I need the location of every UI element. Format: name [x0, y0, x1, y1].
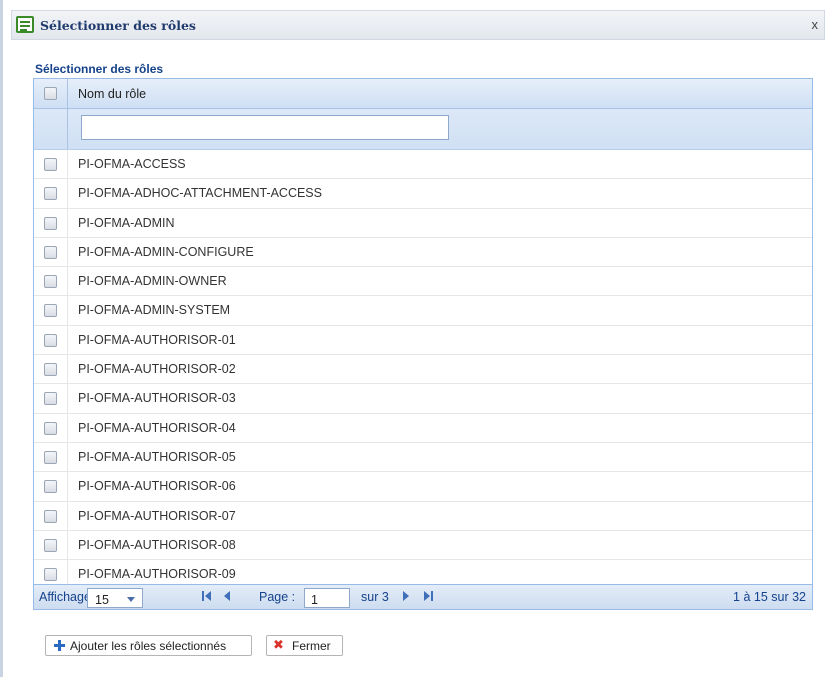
row-checkbox[interactable] [44, 187, 57, 201]
roles-grid: Nom du rôle PI-OFMA-ACCESS PI-OFMA-ADHOC-… [33, 78, 813, 610]
row-checkbox[interactable] [44, 450, 57, 464]
column-separator [67, 109, 68, 149]
role-name-cell: PI-OFMA-ADMIN [78, 215, 175, 230]
row-checkbox[interactable] [44, 480, 57, 494]
add-selected-roles-button[interactable]: Ajouter les rôles sélectionnés [45, 635, 252, 656]
role-name-cell: PI-OFMA-AUTHORISOR-04 [78, 420, 236, 435]
column-separator [67, 413, 68, 442]
row-checkbox[interactable] [44, 158, 57, 171]
close-x-button[interactable]: x [812, 17, 819, 32]
column-separator [67, 150, 68, 179]
column-separator [67, 355, 68, 384]
table-row[interactable]: PI-OFMA-ADMIN [34, 208, 812, 238]
page-total-label: sur 3 [361, 590, 389, 604]
role-name-cell: PI-OFMA-AUTHORISOR-09 [78, 567, 236, 582]
table-row[interactable]: PI-OFMA-ADHOC-ATTACHMENT-ACCESS [34, 179, 812, 209]
prev-page-icon [224, 591, 230, 601]
role-name-cell: PI-OFMA-ADHOC-ATTACHMENT-ACCESS [78, 186, 322, 201]
role-name-cell: PI-OFMA-AUTHORISOR-08 [78, 537, 236, 552]
table-row[interactable]: PI-OFMA-ACCESS [34, 150, 812, 180]
close-icon: ✖ [273, 638, 284, 653]
column-separator [67, 530, 68, 560]
role-name-cell: PI-OFMA-ACCESS [78, 157, 186, 171]
close-button-label: Fermer [292, 639, 331, 653]
column-separator [67, 325, 68, 355]
role-name-filter-input[interactable] [81, 115, 449, 140]
next-page-button[interactable] [403, 591, 409, 601]
role-name-cell: PI-OFMA-ADMIN-CONFIGURE [78, 244, 254, 259]
page-size-value: 15 [95, 593, 109, 607]
dialog-title: Sélectionner des rôles [40, 18, 196, 33]
role-name-cell: PI-OFMA-AUTHORISOR-05 [78, 449, 236, 464]
column-separator [67, 296, 68, 325]
role-name-cell: PI-OFMA-AUTHORISOR-02 [78, 362, 236, 377]
table-row[interactable]: PI-OFMA-AUTHORISOR-05 [34, 442, 812, 473]
role-name-cell: PI-OFMA-ADMIN-OWNER [78, 274, 227, 289]
column-separator [67, 237, 68, 267]
role-name-cell: PI-OFMA-AUTHORISOR-07 [78, 508, 236, 523]
row-checkbox[interactable] [44, 216, 57, 230]
row-checkbox[interactable] [44, 333, 57, 347]
column-separator [67, 384, 68, 413]
filter-row [34, 109, 812, 150]
add-selected-roles-label: Ajouter les rôles sélectionnés [70, 639, 227, 653]
role-name-cell: PI-OFMA-AUTHORISOR-03 [78, 391, 236, 406]
role-name-cell: PI-OFMA-ADMIN-SYSTEM [78, 303, 231, 318]
row-checkbox[interactable] [44, 509, 57, 523]
table-row[interactable]: PI-OFMA-ADMIN-CONFIGURE [34, 237, 812, 268]
table-row[interactable]: PI-OFMA-AUTHORISOR-04 [34, 413, 812, 443]
column-separator [67, 179, 68, 208]
table-row[interactable]: PI-OFMA-ADMIN-SYSTEM [34, 296, 812, 326]
role-name-cell: PI-OFMA-AUTHORISOR-01 [78, 332, 236, 347]
row-checkbox[interactable] [44, 363, 57, 377]
table-row[interactable]: PI-OFMA-AUTHORISOR-03 [34, 384, 812, 414]
dialog-titlebar: Sélectionner des rôles x [11, 10, 825, 40]
column-header-role-name[interactable]: Nom du rôle [78, 87, 146, 101]
grid-header: Nom du rôle [34, 79, 812, 109]
row-checkbox[interactable] [44, 392, 57, 406]
column-separator [67, 208, 68, 237]
table-row[interactable]: PI-OFMA-AUTHORISOR-08 [34, 530, 812, 561]
table-row[interactable]: PI-OFMA-AUTHORISOR-06 [34, 472, 812, 502]
table-row[interactable]: PI-OFMA-AUTHORISOR-01 [34, 325, 812, 356]
roles-panel: Sélectionner des rôles Nom du rôle PI-OF… [33, 58, 813, 610]
list-window-icon [16, 16, 34, 33]
row-checkbox[interactable] [44, 245, 57, 259]
role-name-cell: PI-OFMA-AUTHORISOR-06 [78, 479, 236, 494]
row-checkbox[interactable] [44, 568, 57, 582]
page-number-value: 1 [311, 593, 318, 607]
column-separator [67, 79, 68, 108]
page-label: Page : [259, 590, 296, 604]
close-button[interactable]: ✖ Fermer [266, 635, 343, 656]
roles-list: PI-OFMA-ACCESS PI-OFMA-ADHOC-ATTACHMENT-A… [34, 150, 812, 590]
pagination-toolbar: Affichage : 15 Page : 1 sur 3 1 à 15 sur… [34, 584, 812, 609]
row-checkbox[interactable] [44, 304, 57, 318]
first-page-icon [205, 591, 211, 601]
next-page-icon [403, 591, 409, 601]
row-checkbox[interactable] [44, 538, 57, 552]
panel-title: Sélectionner des rôles [35, 62, 164, 76]
table-row[interactable]: PI-OFMA-ADMIN-OWNER [34, 267, 812, 297]
table-row[interactable]: PI-OFMA-AUTHORISOR-07 [34, 501, 812, 531]
row-checkbox[interactable] [44, 421, 57, 435]
prev-page-button[interactable] [224, 591, 230, 601]
column-separator [67, 472, 68, 501]
select-roles-dialog: Sélectionner des rôles x Sélectionner de… [0, 0, 826, 677]
table-row[interactable]: PI-OFMA-AUTHORISOR-02 [34, 355, 812, 385]
page-number-input[interactable]: 1 [304, 588, 350, 608]
chevron-down-icon [127, 597, 135, 602]
page-size-select[interactable]: 15 [87, 588, 143, 608]
column-separator [67, 501, 68, 530]
select-all-checkbox[interactable] [44, 87, 57, 100]
pagination-summary: 1 à 15 sur 32 [733, 590, 806, 604]
row-checkbox[interactable] [44, 275, 57, 289]
column-separator [67, 267, 68, 296]
column-separator [67, 442, 68, 472]
plus-icon [54, 640, 65, 651]
last-page-icon [424, 591, 430, 601]
